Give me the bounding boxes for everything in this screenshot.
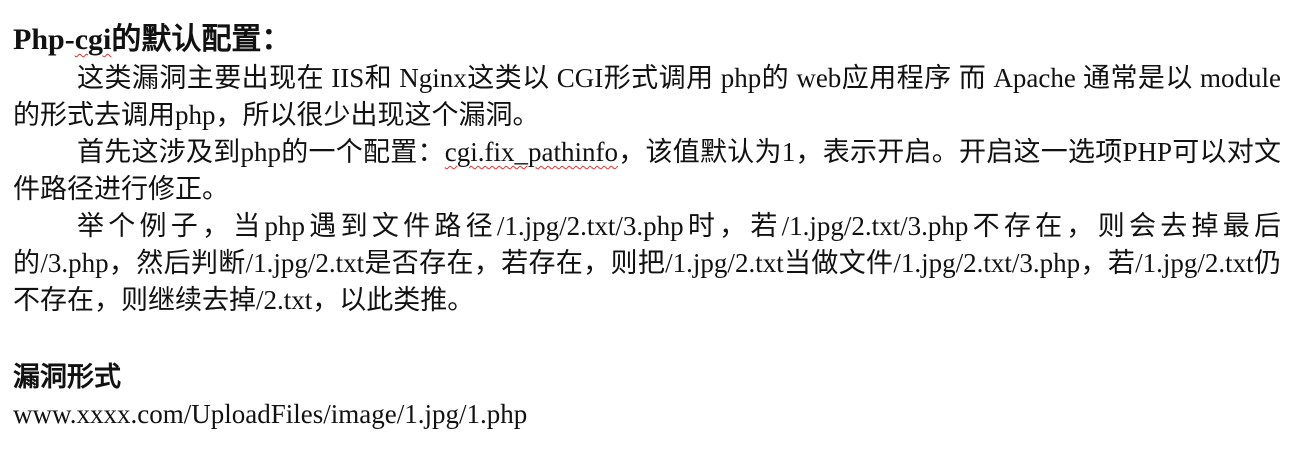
paragraph-config: 首先这涉及到php的一个配置：cgi.fix_pathinfo，该值默认为1，表… (13, 134, 1281, 208)
config-setting-name: cgi.fix_pathinfo (444, 137, 618, 167)
paragraph-intro: 这类漏洞主要出现在 IIS和 Nginx这类以 CGI形式调用 php的 web… (13, 63, 1281, 130)
document-body: Php-cgi的默认配置： 这类漏洞主要出现在 IIS和 Nginx这类以 CG… (13, 20, 1281, 433)
heading-cgi-spellcheck: cgi (74, 23, 112, 56)
subheading-vuln-form: 漏洞形式 (13, 362, 121, 392)
section-heading: Php-cgi的默认配置： (13, 20, 1281, 60)
heading-prefix: Php- (13, 23, 75, 56)
example-url: www.xxxx.com/UploadFiles/image/1.jpg/1.p… (13, 399, 528, 429)
config-text-before: 首先这涉及到php的一个配置： (77, 137, 445, 167)
paragraph-example: 举个例子，当php遇到文件路径/1.jpg/2.txt/3.php时，若/1.j… (13, 211, 1281, 315)
heading-suffix: 的默认配置： (111, 23, 292, 56)
